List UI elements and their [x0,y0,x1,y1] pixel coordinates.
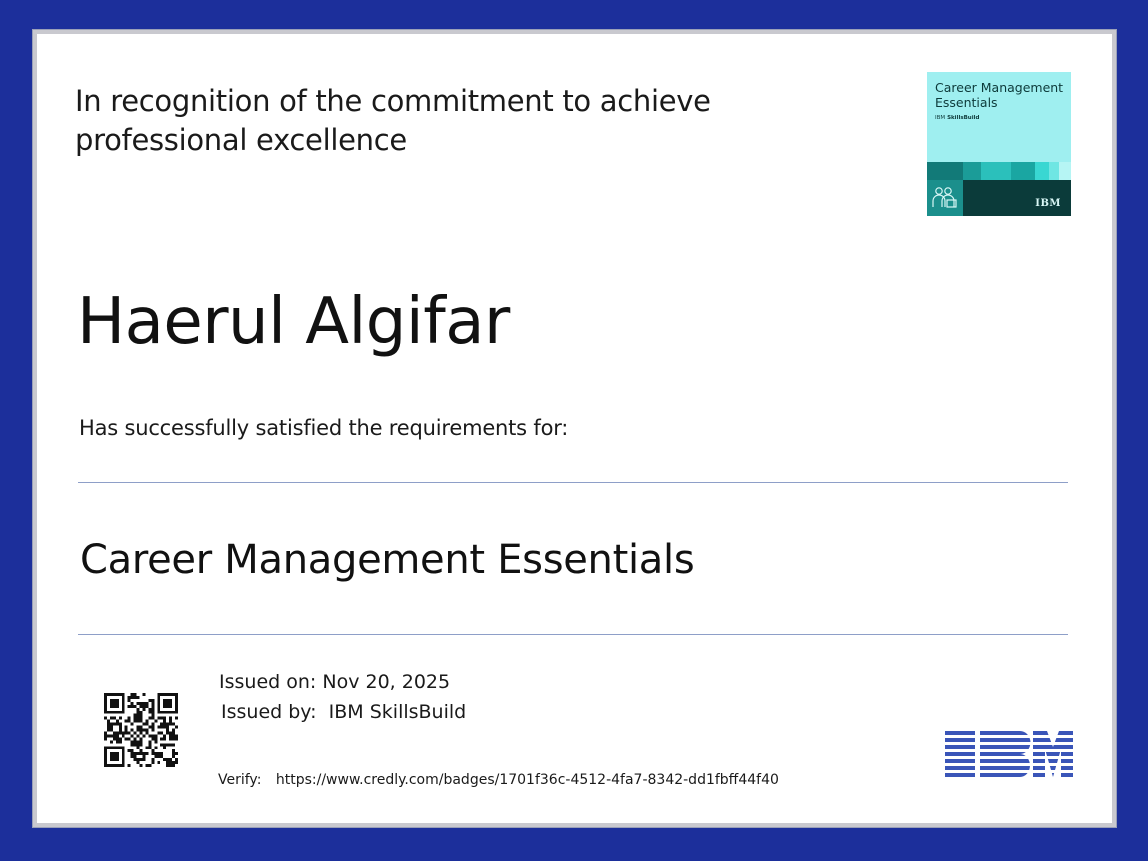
divider-bottom [78,634,1068,635]
issued-on-label: Issued on: [219,671,317,693]
recognition-statement: In recognition of the commitment to achi… [75,82,795,160]
divider-top [78,482,1068,483]
issued-by: Issued by: IBM SkillsBuild [221,701,466,723]
issued-by-label: Issued by: [221,701,317,723]
badge-title: Career Management Essentials [935,80,1064,110]
certificate: In recognition of the commitment to achi… [33,30,1116,827]
badge-color-band [927,162,1071,180]
badge-brand-name: SkillsBuild [947,115,980,121]
recipient-name: Haerul Algifar [77,285,510,359]
verify-link[interactable]: https://www.credly.com/badges/1701f36c-4… [276,772,779,788]
course-badge: Career Management Essentials IBM SkillsB… [927,72,1071,216]
issued-by-issuer: IBM SkillsBuild [328,701,467,723]
badge-ibm-logo: IBM [1035,198,1061,209]
issued-on: Issued on: Nov 20, 2025 [219,671,450,693]
verify-label: Verify: [218,772,262,788]
verify-line: Verify: https://www.credly.com/badges/17… [218,772,779,788]
qr-code[interactable] [104,693,178,767]
badge-brand-prefix: IBM [935,115,946,121]
recognition-line-2: professional excellence [75,123,407,157]
people-icon [927,180,963,216]
issued-on-date: Nov 20, 2025 [322,671,451,693]
ibm-logo [945,731,1073,777]
badge-brand: IBM SkillsBuild [935,115,979,121]
recognition-line-1: In recognition of the commitment to achi… [75,84,711,118]
requirements-statement: Has successfully satisfied the requireme… [79,416,569,440]
course-title: Career Management Essentials [80,537,695,583]
